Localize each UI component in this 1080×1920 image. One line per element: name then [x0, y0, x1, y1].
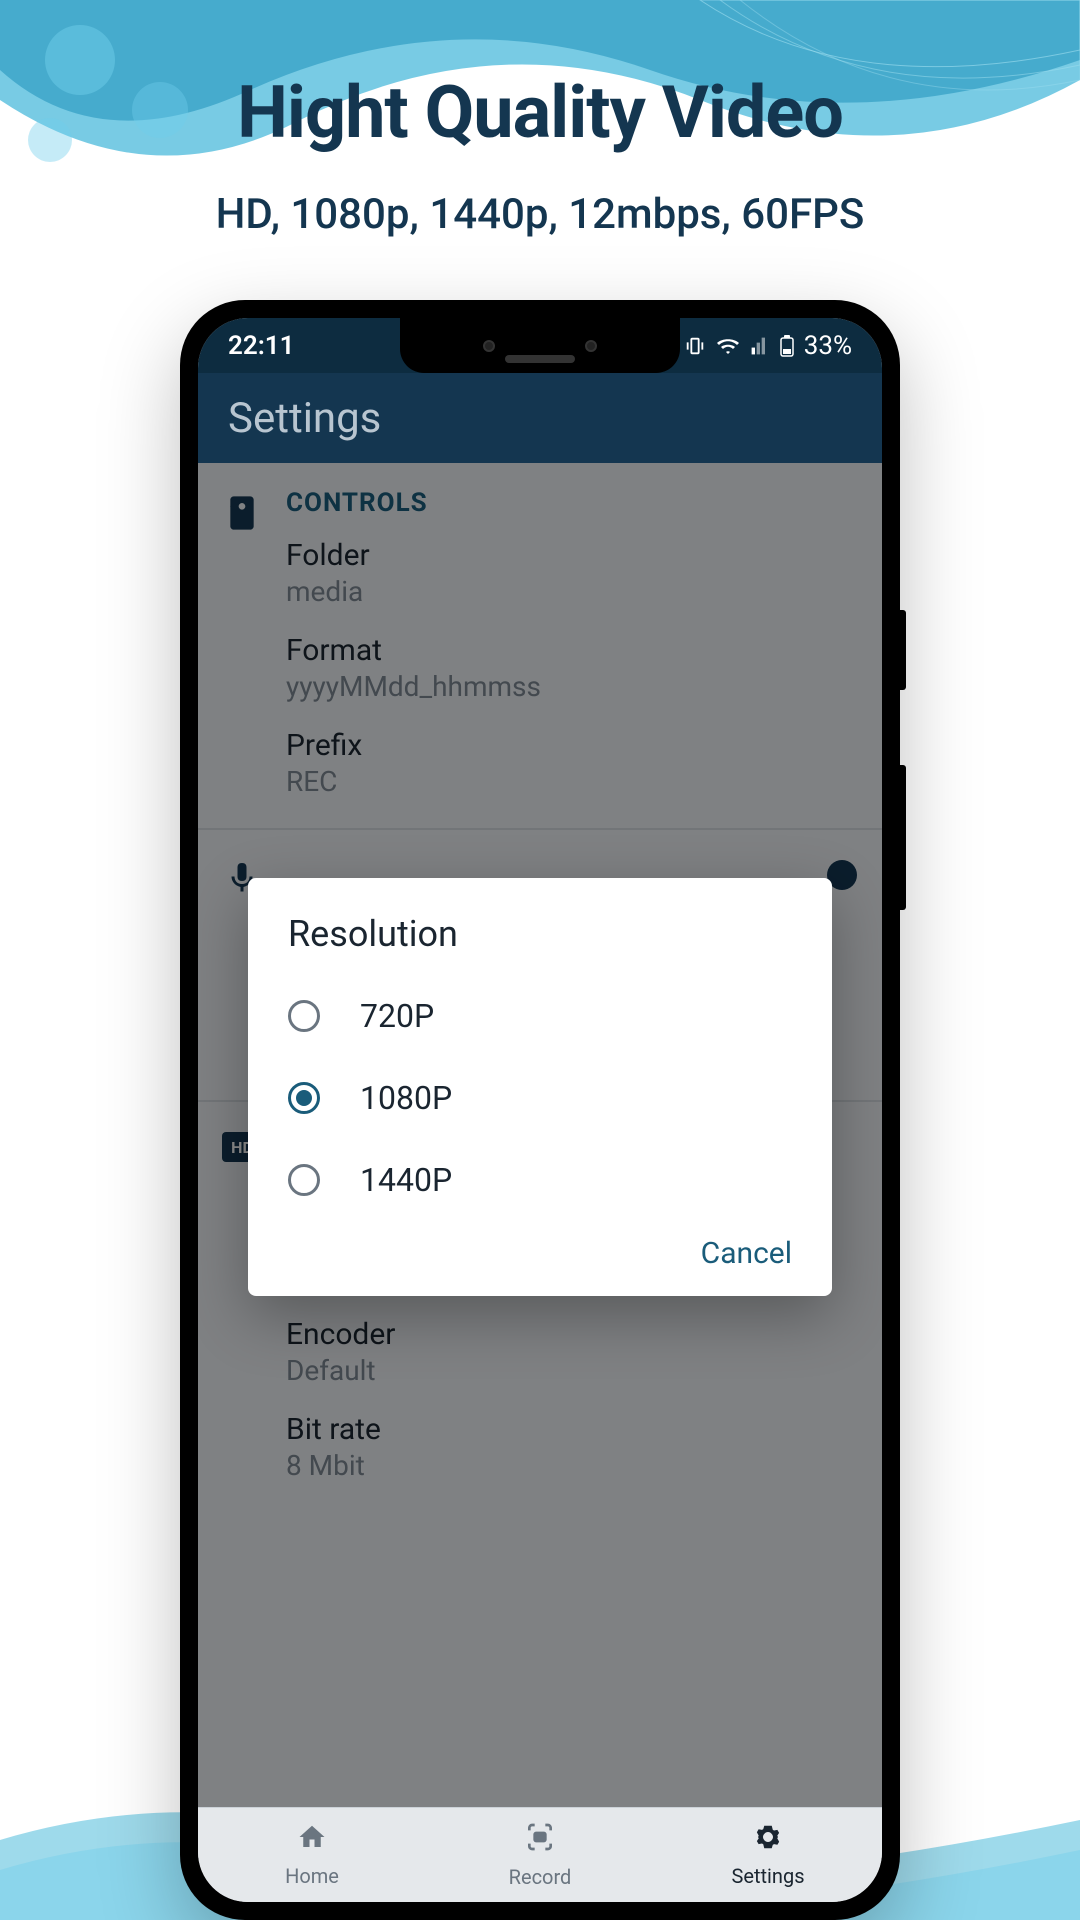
nav-record-label: Record	[509, 1865, 572, 1889]
resolution-option-720p[interactable]: 720P	[248, 975, 832, 1057]
resolution-option-1080p[interactable]: 1080P	[248, 1057, 832, 1139]
battery-percent: 33%	[804, 331, 852, 361]
app-header: Settings	[198, 373, 882, 463]
phone-notch	[400, 318, 680, 373]
battery-icon	[780, 335, 794, 357]
radio-label: 1080P	[360, 1079, 452, 1117]
content-area: CONTROLS Folder media Format yyyyMMdd_hh…	[198, 463, 882, 1807]
vibrate-icon	[684, 335, 706, 357]
resolution-option-1440p[interactable]: 1440P	[248, 1139, 832, 1221]
gear-icon	[753, 1822, 783, 1860]
status-time: 22:11	[228, 331, 295, 361]
power-button	[900, 610, 906, 690]
cancel-button[interactable]: Cancel	[701, 1236, 792, 1271]
nav-home[interactable]: Home	[198, 1808, 426, 1902]
radio-label: 720P	[360, 997, 434, 1035]
marketing-subtitle: HD, 1080p, 1440p, 12mbps, 60FPS	[0, 190, 1080, 239]
radio-icon	[288, 1000, 320, 1032]
radio-icon-selected	[288, 1082, 320, 1114]
nav-home-label: Home	[285, 1864, 339, 1888]
bottom-nav: Home Record Settings	[198, 1807, 882, 1902]
resolution-dialog: Resolution 720P 1080P 1440P Cancel	[248, 878, 832, 1296]
wifi-icon	[716, 334, 740, 358]
nav-settings[interactable]: Settings	[654, 1808, 882, 1902]
dialog-title: Resolution	[248, 913, 832, 975]
nav-record[interactable]: Record	[426, 1808, 654, 1902]
phone-frame: 22:11 33% Settings	[180, 300, 900, 1920]
marketing-header: Hight Quality Video HD, 1080p, 1440p, 12…	[0, 0, 1080, 239]
nav-settings-label: Settings	[731, 1864, 804, 1888]
radio-label: 1440P	[360, 1161, 452, 1199]
home-icon	[297, 1822, 327, 1860]
volume-button	[900, 765, 906, 910]
record-icon	[524, 1821, 556, 1861]
app-header-title: Settings	[228, 394, 381, 443]
marketing-title: Hight Quality Video	[0, 70, 1080, 155]
signal-icon	[750, 336, 770, 356]
phone-screen: 22:11 33% Settings	[198, 318, 882, 1902]
radio-icon	[288, 1164, 320, 1196]
